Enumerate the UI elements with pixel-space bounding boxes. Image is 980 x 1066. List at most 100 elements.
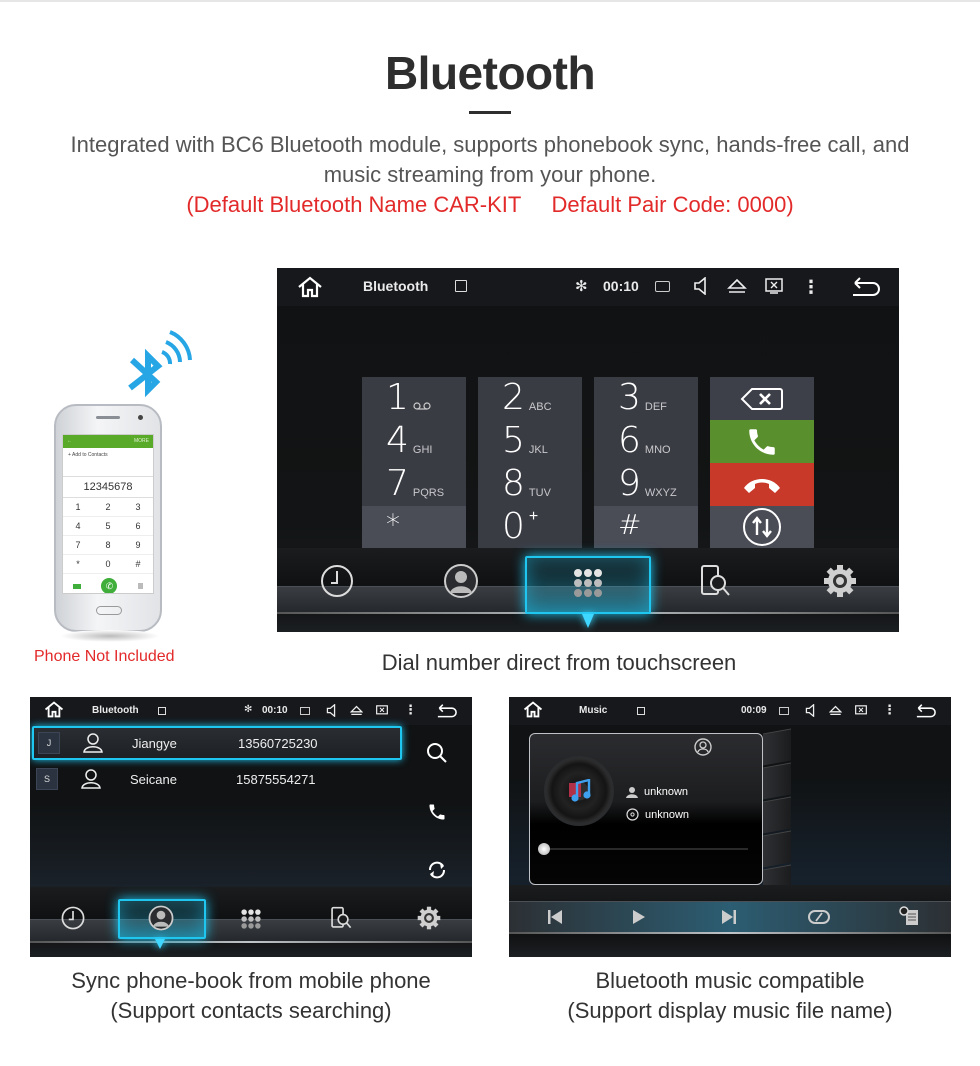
- dial-key[interactable]: #: [594, 506, 698, 549]
- more-menu-icon[interactable]: ⋮: [883, 702, 896, 718]
- dock-device-search[interactable]: [693, 562, 737, 600]
- dock-settings[interactable]: [414, 903, 444, 933]
- music-caption: Bluetooth music compatible (Support disp…: [509, 966, 951, 1026]
- phone-shadow: [60, 630, 160, 642]
- sync-contacts-button[interactable]: [424, 857, 450, 883]
- home-icon[interactable]: [295, 274, 325, 300]
- hangup-button[interactable]: [710, 463, 814, 506]
- volume-icon[interactable]: [805, 704, 815, 717]
- repeat-button[interactable]: [805, 905, 833, 929]
- status-title: Bluetooth: [363, 278, 429, 294]
- playback-progress-bar[interactable]: [538, 843, 748, 855]
- next-track-button[interactable]: [717, 905, 741, 929]
- call-button[interactable]: [710, 420, 814, 463]
- dial-key-digit: 1: [386, 377, 409, 418]
- search-contacts-button[interactable]: [424, 740, 450, 766]
- gallery-icon[interactable]: [637, 707, 645, 715]
- phone-key: 5: [93, 517, 123, 536]
- phone-call-icon: ✆: [101, 578, 118, 593]
- dial-key[interactable]: 1: [362, 377, 466, 420]
- play-button[interactable]: [627, 905, 651, 929]
- artist-line: unknown: [626, 786, 688, 798]
- gear-icon: [824, 565, 856, 597]
- eject-icon[interactable]: [829, 705, 842, 716]
- more-menu-icon[interactable]: ⋮: [802, 277, 820, 298]
- phone-key: 3: [123, 498, 153, 517]
- dial-key-digit: 8: [502, 463, 525, 504]
- phone-not-included-note: Phone Not Included: [34, 648, 175, 665]
- dock-call-log[interactable]: [58, 903, 88, 933]
- call-function-column: [710, 377, 814, 548]
- previous-track-button[interactable]: [543, 905, 567, 929]
- album-icon: [626, 808, 639, 821]
- contact-person-icon: [83, 733, 103, 753]
- dock-dialpad[interactable]: [566, 564, 610, 602]
- eject-icon[interactable]: [727, 278, 747, 294]
- close-window-icon[interactable]: [376, 705, 388, 716]
- dial-key[interactable]: 5 JKL: [478, 420, 582, 463]
- dial-key[interactable]: 6 MNO: [594, 420, 698, 463]
- dock-settings[interactable]: [818, 562, 862, 600]
- dock-dialpad[interactable]: [236, 904, 266, 934]
- dial-key-digit: #: [618, 508, 642, 541]
- backspace-button[interactable]: [710, 377, 814, 420]
- contact-index-letter: S: [36, 768, 58, 790]
- dial-key[interactable]: 9 WXYZ: [594, 463, 698, 506]
- hang-up-icon: [744, 478, 780, 493]
- dial-key[interactable]: 7 PQRS: [362, 463, 466, 506]
- contact-row[interactable]: J Jiangye 13560725230: [32, 726, 402, 760]
- contact-row[interactable]: S Seicane 15875554271: [32, 762, 402, 796]
- more-menu-icon[interactable]: ⋮: [404, 702, 417, 718]
- close-window-icon[interactable]: [855, 705, 867, 716]
- account-icon[interactable]: [694, 738, 712, 756]
- phone-call-icon: [749, 428, 775, 455]
- dial-key-digit: 4: [386, 420, 409, 461]
- clock: 00:10: [262, 705, 288, 716]
- dock-contacts[interactable]: [439, 562, 483, 600]
- dock-device-search[interactable]: [326, 903, 356, 933]
- dial-key-letters: [413, 401, 431, 413]
- dial-key[interactable]: 8 TUV: [478, 463, 582, 506]
- back-icon[interactable]: [436, 704, 458, 718]
- gallery-icon[interactable]: [158, 707, 166, 715]
- play-icon: [633, 910, 645, 924]
- phonebook-caption-line2: (Support contacts searching): [110, 998, 392, 1023]
- smartphone: ← MORE + Add to Contacts 12345678 1 2 3 …: [54, 404, 162, 632]
- playlist-button[interactable]: [897, 903, 921, 929]
- dial-key-letters: JKL: [528, 444, 548, 456]
- progress-knob[interactable]: [538, 843, 550, 855]
- back-icon[interactable]: [851, 277, 881, 297]
- transfer-audio-button[interactable]: [710, 506, 814, 548]
- call-contact-button[interactable]: [424, 799, 450, 825]
- camera-icon[interactable]: [779, 707, 789, 715]
- phone-app-bar: ← MORE: [63, 435, 153, 448]
- volume-icon[interactable]: [693, 277, 707, 295]
- artist-icon: [626, 787, 638, 798]
- dial-key[interactable]: *: [362, 506, 466, 549]
- dial-key[interactable]: 0 +: [478, 506, 582, 549]
- dial-key[interactable]: 4 GHI: [362, 420, 466, 463]
- camera-icon[interactable]: [655, 281, 670, 292]
- playlist-panels: [763, 725, 791, 905]
- dial-key-letters: GHI: [412, 444, 433, 456]
- contact-avatar-icon: [444, 564, 478, 598]
- eject-icon[interactable]: [350, 705, 363, 716]
- gallery-icon[interactable]: [455, 280, 467, 292]
- close-window-icon[interactable]: [765, 278, 783, 294]
- dial-key[interactable]: 2 ABC: [478, 377, 582, 420]
- dial-key-letters: PQRS: [412, 487, 445, 499]
- home-icon[interactable]: [44, 701, 64, 718]
- add-to-contacts-label: Add to Contacts: [72, 452, 108, 458]
- camera-icon[interactable]: [300, 707, 310, 715]
- repeat-icon: [808, 910, 830, 924]
- contact-name: Jiangye: [132, 735, 177, 751]
- volume-icon[interactable]: [326, 704, 336, 717]
- dock-call-log[interactable]: [315, 562, 359, 600]
- clock-icon: [321, 565, 353, 597]
- back-icon[interactable]: [915, 704, 937, 718]
- dial-key[interactable]: 3 DEF: [594, 377, 698, 420]
- dial-key-letters: +: [528, 508, 539, 525]
- dock-contacts[interactable]: [146, 903, 176, 933]
- home-icon[interactable]: [523, 701, 543, 718]
- dock-selection-pointer: [582, 614, 594, 628]
